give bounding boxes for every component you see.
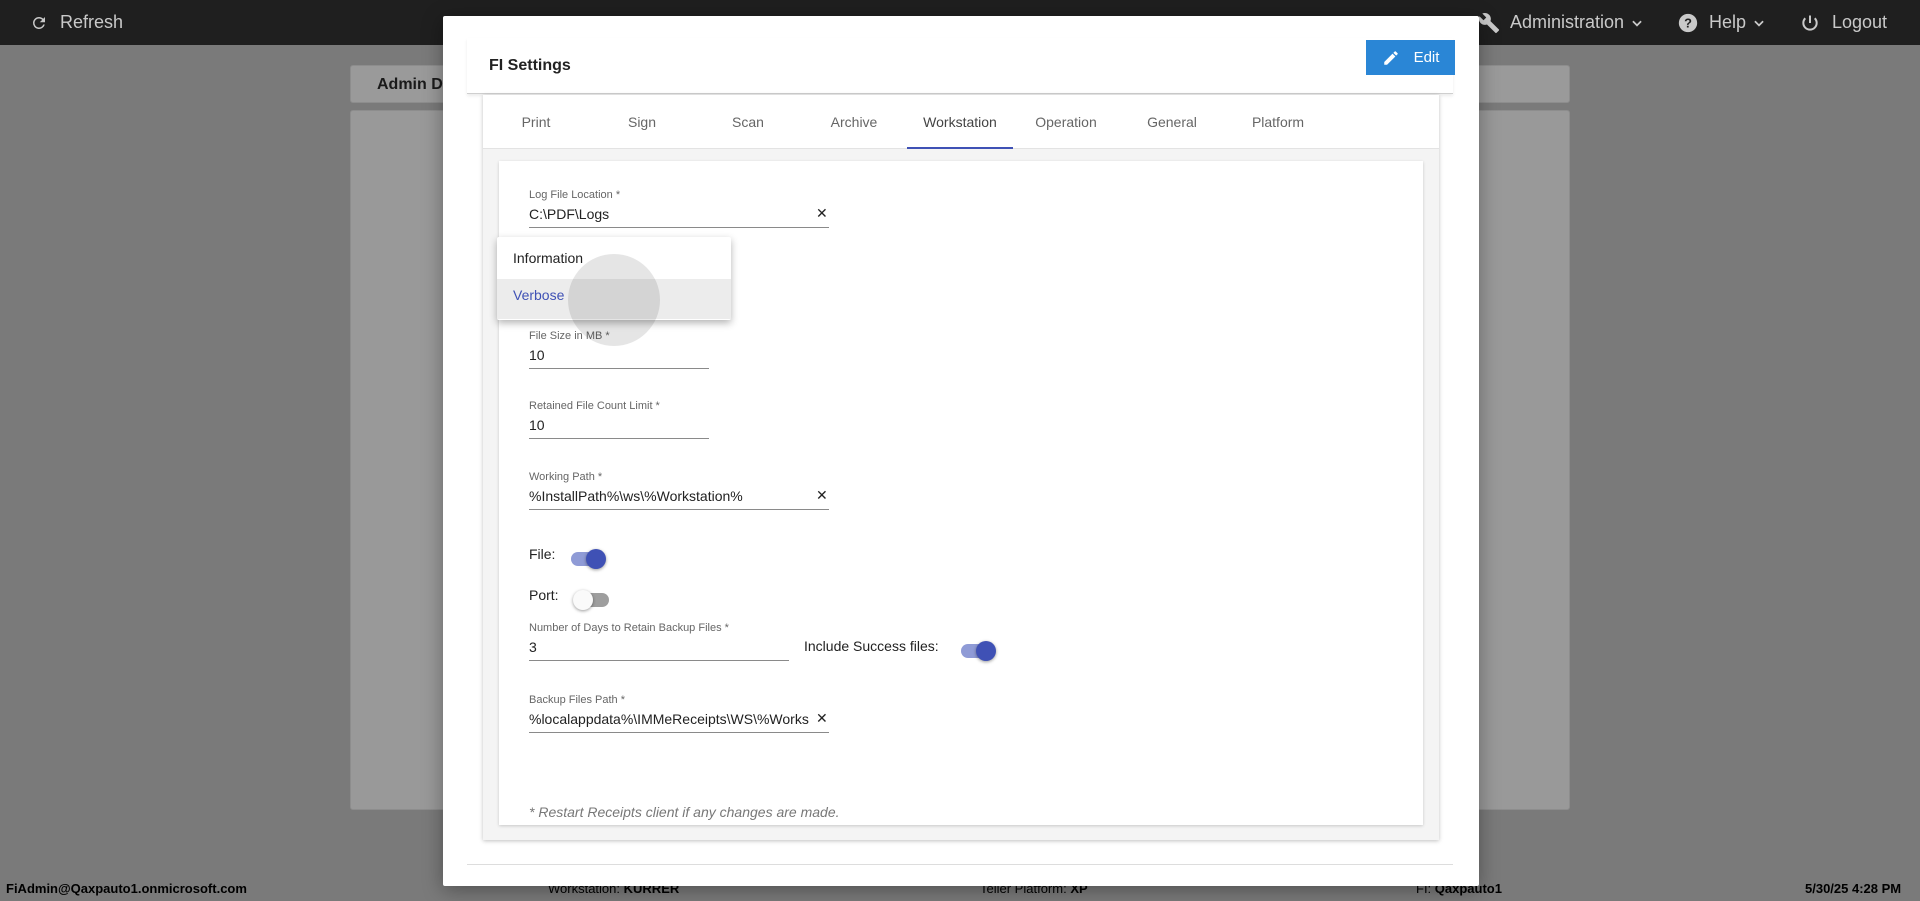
- chevron-down-icon: [1754, 20, 1764, 27]
- chevron-down-icon: [1632, 20, 1642, 27]
- input-underline: [529, 227, 829, 228]
- input-underline: [529, 438, 709, 439]
- settings-tabs: Print Sign Scan Archive Workstation Oper…: [483, 95, 1439, 149]
- pencil-icon: [1383, 50, 1398, 65]
- refresh-label: Refresh: [60, 12, 124, 32]
- tab-operation[interactable]: Operation: [1013, 95, 1119, 149]
- log-file-location-field[interactable]: Log File Location * C:\PDF\Logs ✕: [529, 189, 829, 229]
- administration-label: Administration: [1510, 12, 1625, 32]
- tab-workstation[interactable]: Workstation: [907, 95, 1013, 149]
- edit-button[interactable]: Edit: [1366, 40, 1455, 75]
- clear-icon[interactable]: ✕: [816, 710, 828, 727]
- log-file-location-input[interactable]: C:\PDF\Logs: [529, 206, 809, 222]
- log-file-location-label: Log File Location *: [529, 189, 621, 201]
- input-underline: [529, 660, 789, 661]
- toggle-knob: [976, 641, 996, 661]
- tab-print[interactable]: Print: [483, 95, 589, 149]
- settings-card: Print Sign Scan Archive Workstation Oper…: [483, 95, 1439, 840]
- backup-path-label: Backup Files Path *: [529, 694, 625, 706]
- backup-path-input[interactable]: %localappdata%\IMMeReceipts\WS\%Works: [529, 711, 811, 727]
- background-page-title: Admin D: [377, 76, 443, 93]
- file-toggle-label: File:: [529, 546, 556, 562]
- footer-datetime: 5/30/25 4:28 PM: [1805, 881, 1902, 896]
- refresh-icon: [32, 16, 45, 29]
- power-icon: [1802, 15, 1818, 31]
- port-toggle[interactable]: [573, 590, 609, 610]
- retained-count-field[interactable]: Retained File Count Limit * 10: [529, 400, 709, 440]
- file-toggle[interactable]: [571, 549, 606, 569]
- retain-days-label: Number of Days to Retain Backup Files *: [529, 622, 729, 634]
- restart-note: * Restart Receipts client if any changes…: [529, 804, 840, 820]
- input-underline: [529, 732, 829, 733]
- retain-days-field[interactable]: Number of Days to Retain Backup Files * …: [529, 622, 789, 662]
- svg-text:?: ?: [1684, 15, 1692, 30]
- edit-label: Edit: [1413, 49, 1440, 66]
- modal-title: FI Settings: [489, 57, 571, 74]
- input-underline: [529, 368, 709, 369]
- retained-count-input[interactable]: 10: [529, 417, 545, 433]
- include-success-label: Include Success files:: [804, 638, 939, 654]
- footer-user: FiAdmin@Qaxpauto1.onmicrosoft.com: [6, 881, 247, 896]
- wrench-icon: [1478, 12, 1500, 33]
- modal-header: FI Settings: [467, 38, 1453, 94]
- administration-menu[interactable]: Administration: [1478, 0, 1644, 45]
- tab-scan[interactable]: Scan: [695, 95, 801, 149]
- toggle-knob: [573, 590, 593, 610]
- toggle-knob: [586, 549, 606, 569]
- refresh-button[interactable]: Refresh: [30, 0, 123, 45]
- input-underline: [529, 509, 829, 510]
- working-path-label: Working Path *: [529, 471, 603, 483]
- working-path-field[interactable]: Working Path * %InstallPath%\ws\%Worksta…: [529, 471, 829, 511]
- clear-icon[interactable]: ✕: [816, 487, 828, 504]
- port-toggle-label: Port:: [529, 587, 559, 603]
- help-label: Help: [1709, 12, 1747, 32]
- file-size-input[interactable]: 10: [529, 347, 545, 363]
- tab-platform[interactable]: Platform: [1225, 95, 1331, 149]
- logout-button[interactable]: Logout: [1800, 0, 1887, 45]
- fi-settings-modal: FI Settings Edit Print Sign Scan Archive…: [443, 16, 1479, 886]
- help-menu[interactable]: ? Help: [1677, 0, 1766, 45]
- working-path-input[interactable]: %InstallPath%\ws\%Workstation%: [529, 488, 809, 504]
- tab-sign[interactable]: Sign: [589, 95, 695, 149]
- help-icon: ?: [1678, 13, 1698, 32]
- logout-label: Logout: [1832, 12, 1888, 32]
- clear-icon[interactable]: ✕: [816, 205, 828, 222]
- tab-archive[interactable]: Archive: [801, 95, 907, 149]
- retain-days-input[interactable]: 3: [529, 639, 537, 655]
- tab-general[interactable]: General: [1119, 95, 1225, 149]
- click-ripple: [568, 254, 660, 346]
- retained-count-label: Retained File Count Limit *: [529, 400, 660, 412]
- backup-path-field[interactable]: Backup Files Path * %localappdata%\IMMeR…: [529, 694, 829, 734]
- include-success-toggle[interactable]: [961, 641, 996, 661]
